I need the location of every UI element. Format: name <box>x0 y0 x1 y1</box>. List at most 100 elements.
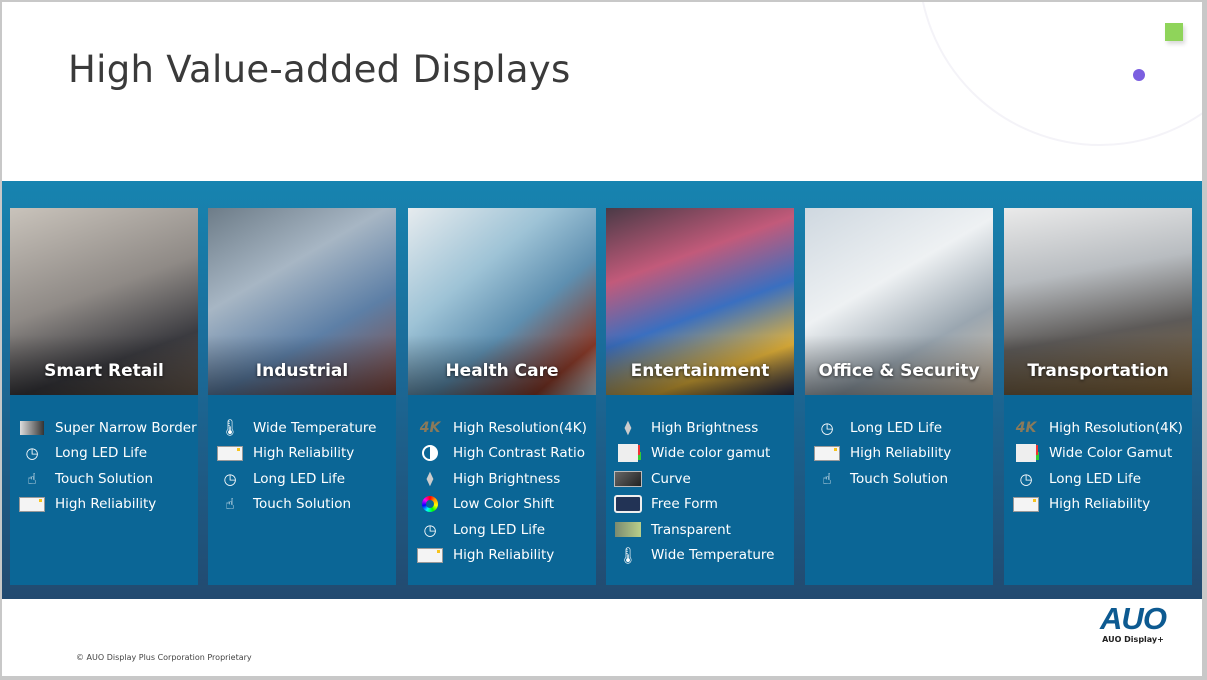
feature-label: Touch Solution <box>253 496 352 513</box>
color-gamut-icon <box>1012 443 1040 463</box>
touch-icon: ☝ <box>813 469 841 489</box>
feature-label: High Resolution(4K) <box>453 419 587 436</box>
reliability-icon <box>216 443 244 463</box>
feature-label: Curve <box>651 470 691 487</box>
feature-item: Low Color Shift <box>416 492 596 518</box>
feature-item: Transparent <box>614 517 794 543</box>
feature-item: Curve <box>614 466 794 492</box>
4k-icon: 4K <box>1012 418 1040 438</box>
icon-glyph: ☝ <box>822 469 832 488</box>
feature-item: 4K High Resolution(4K) <box>1012 415 1192 441</box>
clock-icon: ◷ <box>416 520 444 540</box>
icon-glyph <box>1013 496 1039 512</box>
feature-panel: ◷ Long LED Life High Reliability ☝ Touch Sol… <box>805 395 993 585</box>
feature-list: ⧫ High Brightness Wide color gamut Curve Fre… <box>606 395 794 568</box>
feature-label: High Contrast Ratio <box>453 445 585 462</box>
icon-glyph: ◷ <box>25 444 39 463</box>
icon-glyph: ◷ <box>223 469 237 488</box>
icon-glyph <box>20 420 44 435</box>
card-title: Office & Security <box>818 361 980 381</box>
pachinko-machines-photo: Entertainment <box>606 208 794 395</box>
feature-item: Wide Color Gamut <box>1012 441 1192 467</box>
color-ring-icon <box>416 494 444 514</box>
feature-panel: 4K High Resolution(4K) High Contrast Ratio… <box>408 395 596 585</box>
office-printer-photo: Office & Security <box>805 208 993 395</box>
icon-glyph: 🌡 <box>219 418 241 438</box>
feature-item: ◷ Long LED Life <box>416 517 596 543</box>
icon-glyph <box>615 522 641 538</box>
feature-panel: Super Narrow Border ◷ Long LED Life ☝ Touch … <box>10 395 198 585</box>
feature-panel: 🌡 Wide Temperature High Reliability ◷ Long L… <box>208 395 396 585</box>
icon-glyph: ☝ <box>225 495 235 514</box>
touch-icon: ☝ <box>18 469 46 489</box>
icon-glyph <box>417 547 443 563</box>
feature-label: Long LED Life <box>253 470 346 487</box>
feature-item: ◷ Long LED Life <box>18 441 198 467</box>
feature-label: Super Narrow Border <box>55 419 197 436</box>
clock-icon: ◷ <box>813 418 841 438</box>
feature-label: Wide Temperature <box>651 547 775 564</box>
icon-glyph: ◷ <box>820 418 834 437</box>
feature-item: ⧫ High Brightness <box>614 415 794 441</box>
slide: High Value-added Displays Smart Retail Su… <box>2 2 1202 676</box>
icon-glyph: ⧫ <box>426 470 434 487</box>
feature-item: ⧫ High Brightness <box>416 466 596 492</box>
icon-glyph: ◷ <box>423 520 437 539</box>
feature-item: ☝ Touch Solution <box>216 492 396 518</box>
feature-label: High Reliability <box>55 496 157 513</box>
brightness-icon: ⧫ <box>416 469 444 489</box>
feature-panel: ⧫ High Brightness Wide color gamut Curve Fre… <box>606 395 794 585</box>
temperature-icon: 🌡 <box>614 545 642 565</box>
feature-item: High Contrast Ratio <box>416 441 596 467</box>
feature-item: ◷ Long LED Life <box>813 415 993 441</box>
icon-glyph: ⧫ <box>624 419 632 436</box>
clock-icon: ◷ <box>18 443 46 463</box>
application-card: Health Care 4K High Resolution(4K) High Con… <box>408 208 596 585</box>
feature-label: Touch Solution <box>55 470 154 487</box>
feature-item: ◷ Long LED Life <box>1012 466 1192 492</box>
icon-glyph <box>19 496 45 512</box>
brightness-icon: ⧫ <box>614 418 642 438</box>
feature-item: Wide color gamut <box>614 441 794 467</box>
application-card: Industrial 🌡 Wide Temperature High Reliabil… <box>208 208 396 585</box>
feature-label: High Brightness <box>453 470 561 487</box>
clock-icon: ◷ <box>1012 469 1040 489</box>
feature-label: High Reliability <box>253 445 355 462</box>
page-title: High Value-added Displays <box>68 48 571 91</box>
transparent-icon <box>614 520 642 540</box>
icon-glyph <box>618 444 638 463</box>
feature-label: Wide Color Gamut <box>1049 445 1173 462</box>
icon-glyph <box>217 445 243 461</box>
icon-glyph <box>614 495 642 514</box>
reliability-icon <box>18 494 46 514</box>
reliability-icon <box>416 545 444 565</box>
surgeon-monitor-photo: Health Care <box>408 208 596 395</box>
touch-icon: ☝ <box>216 494 244 514</box>
feature-label: High Reliability <box>1049 496 1151 513</box>
icon-glyph <box>422 445 438 462</box>
copyright-text: © AUO Display Plus Corporation Proprieta… <box>76 653 252 662</box>
feature-list: 4K High Resolution(4K) High Contrast Ratio… <box>408 395 596 568</box>
green-square-decoration <box>1165 23 1183 41</box>
feature-item: Super Narrow Border <box>18 415 198 441</box>
feature-item: High Reliability <box>813 441 993 467</box>
feature-label: Long LED Life <box>55 445 148 462</box>
feature-item: ☝ Touch Solution <box>18 466 198 492</box>
clock-icon: ◷ <box>216 469 244 489</box>
feature-label: Wide Temperature <box>253 419 377 436</box>
pos-terminal-photo: Smart Retail <box>10 208 198 395</box>
icon-glyph <box>814 445 840 461</box>
feature-item: 4K High Resolution(4K) <box>416 415 596 441</box>
icon-glyph: 4K <box>1015 419 1037 436</box>
feature-item: ◷ Long LED Life <box>216 466 396 492</box>
feature-list: 4K High Resolution(4K) Wide Color Gamut ◷ Lo… <box>1004 395 1192 517</box>
feature-item: 🌡 Wide Temperature <box>614 543 794 569</box>
icon-glyph: 🌡 <box>617 545 639 565</box>
industrial-panel-photo: Industrial <box>208 208 396 395</box>
application-card: Transportation 4K High Resolution(4K) Wide … <box>1004 208 1192 585</box>
feature-item: High Reliability <box>18 492 198 518</box>
feature-item: High Reliability <box>416 543 596 569</box>
feature-label: Free Form <box>651 496 718 513</box>
feature-item: 🌡 Wide Temperature <box>216 415 396 441</box>
slot-machine-icon <box>614 494 642 514</box>
